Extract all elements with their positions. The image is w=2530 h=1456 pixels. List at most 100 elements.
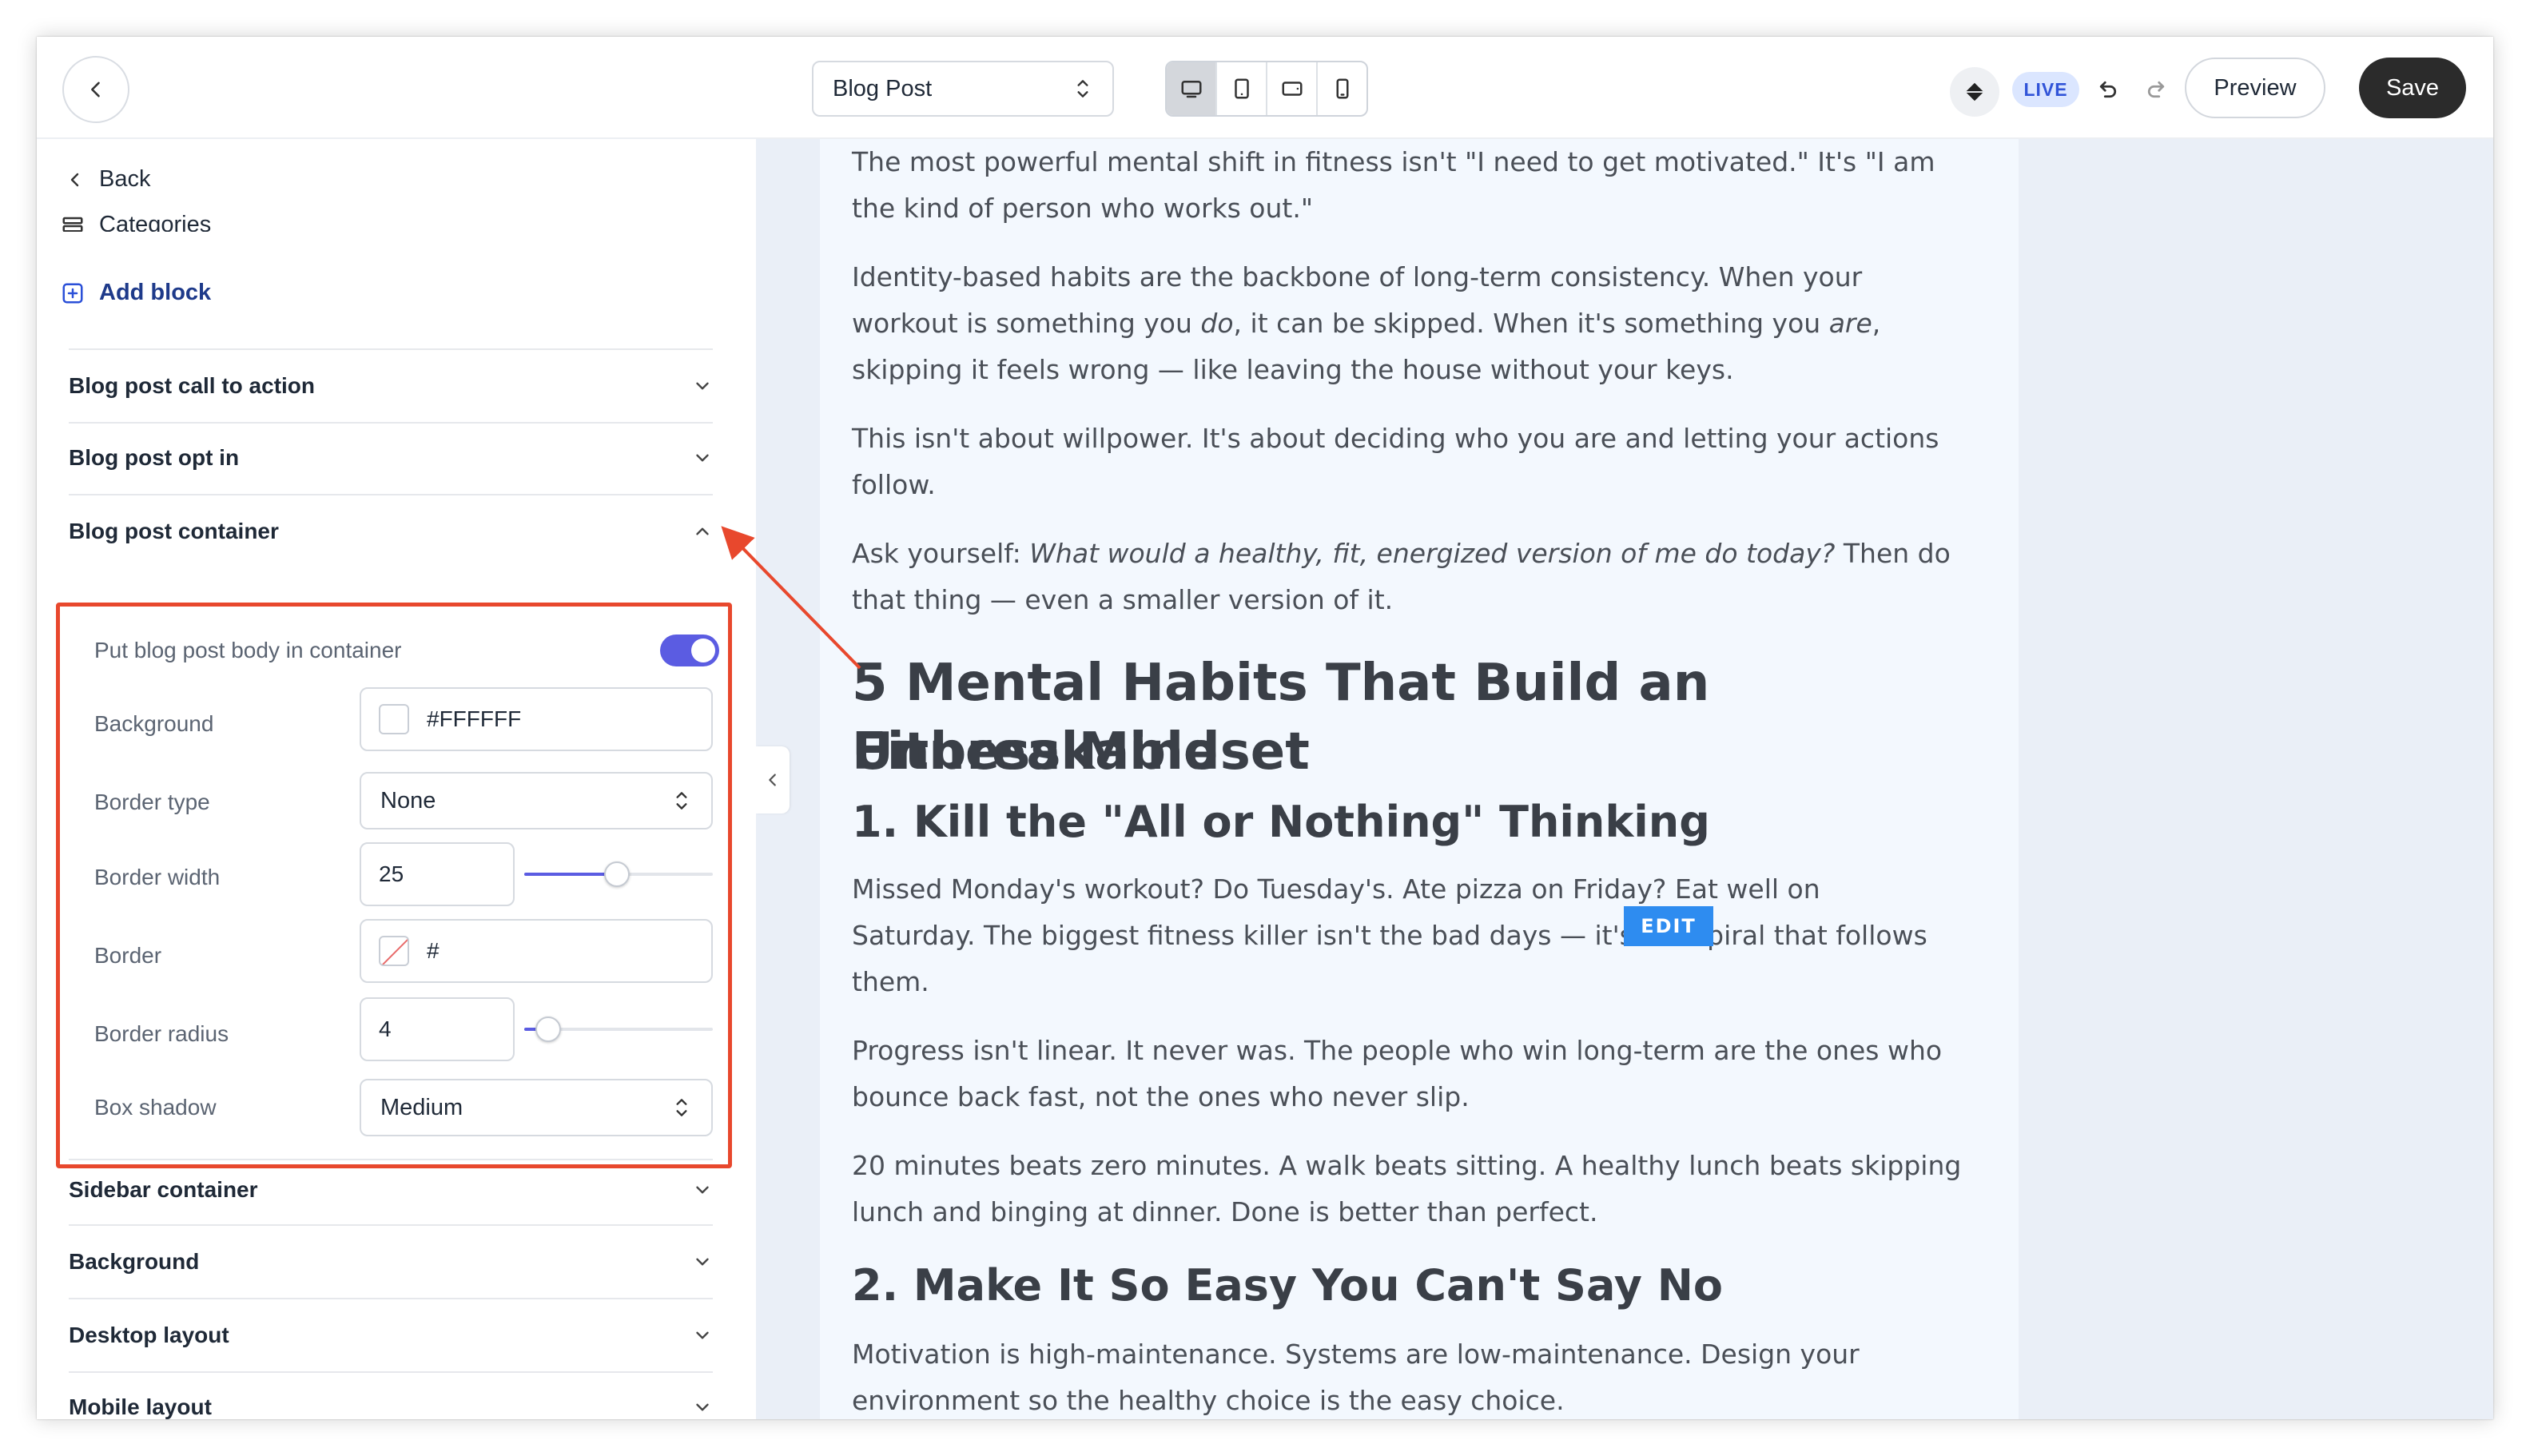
border-type-label: Border type	[94, 790, 210, 814]
categories-icon	[62, 217, 83, 232]
device-mobile-button[interactable]	[1318, 62, 1366, 115]
section-container[interactable]: Blog post container	[69, 511, 713, 551]
section-label: Sidebar container	[69, 1177, 258, 1202]
paragraph-line: lunch and binging at dinner. Done is bet…	[852, 1196, 1598, 1227]
divider	[69, 1298, 713, 1299]
tablet-portrait-icon	[1234, 78, 1249, 99]
border-radius-input[interactable]: 4	[360, 997, 515, 1061]
section-opt-in[interactable]: Blog post opt in	[69, 438, 713, 478]
paragraph-line: The most powerful mental shift in fitnes…	[852, 146, 1935, 177]
paragraph-line: that thing — even a smaller version of i…	[852, 584, 1394, 615]
toggle-knob	[691, 638, 715, 662]
device-tablet-landscape-button[interactable]	[1267, 62, 1318, 115]
chevron-down-icon	[696, 1331, 709, 1339]
undo-button[interactable]	[2090, 72, 2126, 107]
paragraph-line: Progress isn't linear. It never was. The…	[852, 1035, 1943, 1066]
slider-thumb[interactable]	[604, 861, 630, 887]
mobile-icon	[1336, 78, 1348, 99]
section-label: Blog post call to action	[69, 373, 316, 398]
border-type-value: None	[380, 787, 436, 814]
section-background[interactable]: Background	[69, 1242, 713, 1282]
border-radius-slider[interactable]	[524, 1013, 713, 1045]
section-label: Background	[69, 1249, 200, 1274]
heading-3: 1. Kill the "All or Nothing" Thinking	[852, 797, 1710, 847]
device-desktop-button[interactable]	[1167, 62, 1217, 115]
redo-button[interactable]	[2138, 72, 2174, 107]
page-select[interactable]: Blog Post	[812, 61, 1114, 117]
section-call-to-action[interactable]: Blog post call to action	[69, 366, 713, 406]
border-color-input[interactable]: #	[360, 919, 713, 983]
background-swatch	[379, 704, 409, 734]
section-label: Blog post opt in	[69, 445, 240, 470]
box-shadow-select[interactable]: Medium	[360, 1079, 713, 1136]
chevron-up-down-icon	[1077, 80, 1088, 97]
chevron-left-icon	[70, 173, 79, 186]
back-link[interactable]: Back	[66, 166, 150, 193]
collapse-sidebar-button[interactable]	[756, 746, 790, 814]
paragraph-line: This isn't about willpower. It's about d…	[852, 423, 1939, 454]
border-width-input[interactable]: 25	[360, 842, 515, 906]
add-block-button[interactable]: Add block	[61, 280, 211, 306]
section-mobile-layout[interactable]: Mobile layout	[69, 1387, 713, 1419]
paragraph-line: workout is something you do, it can be s…	[852, 300, 1987, 347]
section-sidebar-container[interactable]: Sidebar container	[69, 1170, 713, 1210]
heading-3: 2. Make It So Easy You Can't Say No	[852, 1260, 1724, 1311]
background-value: #FFFFFF	[427, 706, 522, 731]
divider	[69, 422, 713, 424]
chevron-down-icon	[696, 1186, 709, 1194]
text-run: ,	[1872, 308, 1881, 339]
text-run: workout is something you	[852, 308, 1201, 339]
border-label: Border	[94, 943, 162, 968]
chevron-up-down-icon	[676, 1099, 687, 1116]
paragraph-line: environment so the healthy choice is the…	[852, 1385, 1565, 1416]
device-tablet-portrait-button[interactable]	[1217, 62, 1267, 115]
paragraph-line: the kind of person who works out."	[852, 193, 1314, 224]
desktop-icon	[1181, 81, 1201, 98]
chevron-down-icon	[696, 454, 709, 462]
box-shadow-label: Box shadow	[94, 1095, 217, 1120]
settings-sidebar: Back Categories Add block Blog post call…	[37, 139, 756, 1419]
exit-button[interactable]	[62, 56, 129, 123]
paragraph-line: 20 minutes beats zero minutes. A walk be…	[852, 1150, 1962, 1181]
border-width-value: 25	[379, 861, 404, 886]
page-select-value: Blog Post	[833, 75, 933, 101]
text-run: Ask yourself:	[852, 538, 1030, 569]
text-run: , it can be skipped. When it's something…	[1233, 308, 1829, 339]
section-label: Mobile layout	[69, 1394, 212, 1419]
toggle-label: Put blog post body in container	[94, 638, 402, 662]
chevron-left-icon	[769, 774, 776, 786]
chevron-up-down-icon	[676, 792, 687, 810]
categories-label: Categories	[99, 211, 212, 233]
back-label: Back	[99, 166, 151, 192]
diamond-button[interactable]	[1950, 67, 1999, 117]
paragraph-line: Identity-based habits are the backbone o…	[852, 261, 1863, 292]
paragraph-line: bounce back fast, not the ones who never…	[852, 1081, 1470, 1112]
blog-post-body: The most powerful mental shift in fitnes…	[820, 139, 2019, 1419]
diamond-icon	[1965, 82, 1984, 101]
background-color-input[interactable]: #FFFFFF	[360, 687, 713, 751]
border-width-slider[interactable]	[524, 858, 713, 890]
preview-button[interactable]: Preview	[2185, 58, 2325, 118]
save-button[interactable]: Save	[2359, 58, 2466, 118]
border-swatch	[379, 936, 409, 966]
editor-window: Blog Post LIVE Preview Save Back Categor…	[37, 37, 2493, 1419]
paragraph-line: follow.	[852, 469, 936, 500]
edit-tag[interactable]: EDIT	[1624, 906, 1713, 946]
divider	[69, 348, 713, 350]
section-desktop-layout[interactable]: Desktop layout	[69, 1315, 713, 1355]
border-type-select[interactable]: None	[360, 772, 713, 829]
plus-square-icon	[62, 283, 83, 303]
divider	[69, 1371, 713, 1373]
divider	[69, 1159, 713, 1160]
border-radius-label: Border radius	[94, 1021, 229, 1046]
slider-thumb[interactable]	[535, 1016, 561, 1042]
tablet-landscape-icon	[1282, 82, 1302, 96]
categories-item[interactable]: Categories	[61, 208, 211, 232]
top-bar: Blog Post LIVE Preview Save	[37, 37, 2493, 139]
undo-icon	[2099, 81, 2117, 98]
container-toggle[interactable]	[660, 635, 719, 666]
section-label: Blog post container	[69, 519, 279, 543]
background-label: Background	[94, 711, 214, 736]
chevron-down-icon	[696, 1403, 709, 1411]
text-run: Then do	[1835, 538, 1951, 569]
